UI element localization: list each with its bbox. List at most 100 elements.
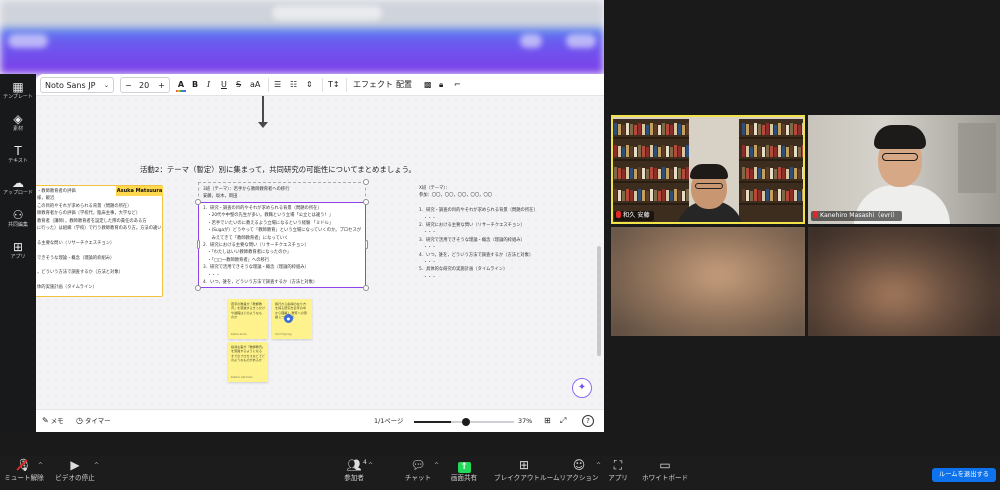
video-tile[interactable]: 和久 安藤 (611, 115, 805, 224)
elements-icon: ◈ (13, 112, 23, 126)
toolbar-button-breakout-rooms[interactable]: ⊞ ブレイクアウトルーム (494, 458, 560, 488)
notes-label: メモ (50, 417, 64, 425)
transparency-icon[interactable]: ▩ (424, 77, 432, 93)
strikethrough-icon[interactable]: S (236, 77, 241, 93)
underline-icon[interactable]: U (221, 77, 227, 93)
plus-icon[interactable]: + (158, 78, 165, 94)
participant-name-tag: Kanehiro Masashi（evri） (811, 211, 903, 221)
canva-assistant-icon[interactable]: ✦ (572, 378, 592, 398)
card-text-line: 2．研究における主要な問い（リサーチクエスチョン） (203, 242, 309, 248)
zoom-slider[interactable] (414, 418, 514, 426)
card-text-line: 4．いつ，誰を，どういう方法で調査するか（方法と対象） (419, 252, 534, 258)
sidebar-item-3[interactable]: T テキスト (0, 144, 36, 165)
card-text-line (37, 277, 158, 284)
notes-button[interactable]: ✎ メモ (42, 414, 64, 428)
whiteboard-canvas[interactable]: 活動2：テーマ（暫定）別に集まって，共同研究の可能性についてまとめましょう。 ・… (36, 96, 604, 409)
card-text-line (37, 232, 158, 239)
card-text-line: ・若手でいたいのに教えるよう立場になるという経験 「ミドル」 (203, 220, 334, 226)
toolbar-button-video[interactable]: ▶ ビデオの停止 (50, 458, 100, 488)
video-tile[interactable] (808, 227, 1000, 336)
mic-muted-icon (616, 211, 621, 218)
timer-button[interactable]: ◷ タイマー (76, 414, 111, 428)
participant-name: 和久 安藤 (623, 212, 650, 219)
card-text-line: ・・・ (419, 245, 437, 251)
toolbar-button-label: ミュート解除 (4, 474, 44, 482)
card-text-line: 教育者（講師），教師教育者を設定した際の責任のある方 (37, 218, 147, 224)
card-text-line: ・20代や中堅の先生が多い。教職という立場「公立とは違う！」 (203, 213, 334, 219)
card-text-line: る主要な問い（リサーチクエスチョン） (37, 240, 115, 246)
sidebar-item-1[interactable]: ▦ テンプレート (0, 80, 36, 101)
paint-format-icon[interactable]: ⌐ (454, 77, 461, 93)
zoom-level[interactable]: 37% (518, 414, 532, 428)
resize-handle[interactable] (363, 199, 369, 205)
participant-count-badge: 4 (363, 459, 367, 466)
toolbar-button-apps[interactable]: ⛶ アプリ (604, 458, 632, 488)
sidebar-item-2[interactable]: ◈ 素材 (0, 112, 36, 133)
leave-room-button[interactable]: ルームを退出する (932, 468, 996, 482)
video-tile[interactable]: Kanehiro Masashi（evri） (808, 115, 1000, 224)
group-card-mid-selected-text[interactable]: 1．研究・調査の目的やそれが求められる背景（問題の所在） ・20代や中堅の先生が… (198, 202, 366, 288)
group-card-left[interactable]: ・教師教育者の評価 様，飯沼 この目的やそれが求められる背景（問題の所在） 師教育… (36, 185, 163, 297)
card-text-line: ，どういう方法で調査するか（方法と対象） (37, 270, 123, 276)
sidebar-item-4[interactable]: ☁ アップロード (0, 176, 36, 197)
effects-button[interactable]: エフェクト (353, 77, 393, 93)
chevron-up-icon[interactable]: ^ (434, 462, 439, 469)
card-text-line: この目的やそれが求められる背景（問題の所在） (37, 203, 132, 209)
resize-handle[interactable] (197, 240, 200, 249)
sticky-note[interactable]: 指導主事が「教師教育」を意識するようになるまでのプロセスなどでどのようなものがあ… (228, 342, 268, 382)
video-tile[interactable] (611, 227, 805, 336)
grid-view-icon[interactable]: ⊞ (544, 414, 551, 428)
video-icon: ▶ (70, 458, 80, 472)
account-button-blurred (566, 34, 596, 48)
fullscreen-icon[interactable]: ⤢ (560, 414, 566, 428)
participant-name-tag: 和久 安藤 (614, 211, 654, 221)
resize-handle[interactable] (195, 285, 201, 291)
participant-name: Kanehiro Masashi（evri） (820, 212, 899, 219)
mic-muted-icon (813, 211, 818, 218)
card-text-line: 1．研究・調査の目的やそれが求められる背景（問題の所在） (203, 206, 322, 211)
timer-icon: ◷ (76, 416, 83, 425)
lock-icon[interactable]: 🔒︎ (439, 77, 443, 93)
sticky-note-author: Kotaro Akimoto (231, 374, 253, 379)
chevron-up-icon[interactable]: ^ (38, 462, 43, 469)
letter-case-icon[interactable]: aA (250, 77, 260, 93)
activity-heading[interactable]: 活動2：テーマ（暫定）別に集まって，共同研究の可能性についてまとめましょう。 (140, 164, 480, 175)
font-family-select[interactable]: Noto Sans JP ⌄ (40, 77, 114, 93)
group-card-mid-header[interactable]: 3班（テーマ）：若手から教師教育者への移行 安藤，坂木，岡田 (198, 182, 366, 202)
list-icon[interactable]: ☷ (290, 77, 297, 93)
font-size-stepper[interactable]: − 20 + (120, 77, 170, 93)
help-icon[interactable]: ? (582, 415, 594, 427)
group-card-right[interactable]: X班（テーマ）： 参加：〇〇，〇〇，〇〇，〇〇，〇〇 1．研究・調査の目的やそれ… (415, 182, 583, 282)
active-speaker-frame (808, 115, 1000, 224)
sticky-note[interactable]: 若手の教員が「教師教育」を意識するきっかけや過程はどのようなものか Kohei A… (228, 299, 268, 339)
chevron-up-icon[interactable]: ^ (94, 462, 99, 469)
toolbar-button-whiteboard[interactable]: ▭ ホワイトボード (642, 458, 688, 488)
align-left-icon[interactable]: ☰ (274, 77, 281, 93)
sidebar-item-5[interactable]: ⚇ 共同編集 (0, 208, 36, 229)
arrange-button[interactable]: 配置 (396, 77, 412, 93)
chevron-up-icon[interactable]: ^ (596, 462, 601, 469)
resize-handle[interactable] (195, 199, 201, 205)
sidebar-item-6[interactable]: ⊞ アプリ (0, 240, 36, 261)
bold-icon[interactable]: B (192, 77, 198, 93)
arrow-head-icon (258, 122, 268, 128)
resize-handle[interactable] (363, 285, 369, 291)
text-icon: T (14, 144, 22, 158)
rotate-handle[interactable] (363, 179, 369, 185)
card-text-line: 1．研究・調査の目的やそれが求められる背景（問題の所在） (419, 208, 538, 214)
resize-handle[interactable] (365, 240, 368, 249)
vertical-text-icon[interactable]: T↕ (328, 77, 340, 93)
card-text-line: ・・・ (203, 286, 361, 287)
minus-icon[interactable]: − (125, 78, 132, 94)
zoom-slider-handle[interactable] (461, 418, 470, 426)
italic-icon[interactable]: I (207, 77, 210, 93)
vertical-scrollbar[interactable] (597, 246, 601, 356)
canva-sidebar: ▦ テンプレート ◈ 素材 T テキスト ☁ アップロード ⚇ 共同編集 ⊞ アプリ (0, 74, 36, 432)
line-spacing-icon[interactable]: ⇕ (306, 77, 313, 93)
chevron-up-icon[interactable]: ^ (368, 462, 373, 469)
toolbar-button-share-screen[interactable]: ↑ 画面共有 (444, 458, 484, 488)
card-text-line (37, 262, 158, 269)
text-color-icon[interactable]: A (175, 77, 187, 93)
page-indicator[interactable]: 1/1ページ (374, 414, 403, 428)
toolbar-button-label: リアクション (559, 474, 599, 482)
